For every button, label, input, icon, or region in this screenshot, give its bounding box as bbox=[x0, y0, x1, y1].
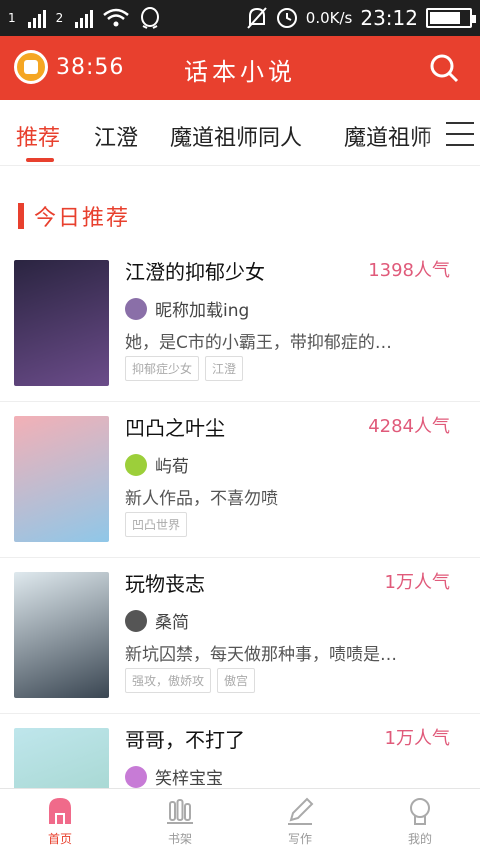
author-avatar bbox=[125, 453, 147, 476]
book-description: 新坑囚禁，每天做那种事，啧啧是… bbox=[125, 645, 397, 665]
book-title[interactable]: 凹凸之叶尘 bbox=[125, 412, 225, 441]
book-tags: 强攻，傲娇攻 傲宫 bbox=[125, 668, 256, 693]
sim2-label: 2 bbox=[55, 11, 64, 25]
author-name: 昵称加载ing bbox=[155, 301, 250, 321]
book-title[interactable]: 江澄的抑郁少女 bbox=[125, 256, 265, 285]
book-tag[interactable]: 抑郁症少女 bbox=[125, 356, 200, 381]
nav-bookshelf-label: 书架 bbox=[167, 832, 192, 846]
author-avatar bbox=[125, 765, 147, 788]
book-item[interactable]: 玩物丧志 1万人气桑简新坑囚禁，每天做那种事，啧啧是… 强攻，傲娇攻 傲宫 bbox=[0, 558, 480, 714]
book-tag[interactable]: 凹凸世界 bbox=[125, 512, 188, 537]
nav-bookshelf[interactable]: 书架 bbox=[120, 789, 240, 854]
active-tab-indicator bbox=[26, 158, 54, 162]
profile-icon bbox=[410, 798, 430, 825]
book-tags: 抑郁症少女 江澄 bbox=[125, 356, 244, 381]
category-tabs: 推荐 江澄 魔道祖师同人 魔道祖师 bbox=[0, 100, 480, 166]
section-title: 今日推荐 bbox=[34, 206, 131, 231]
app-header: 38:56 话本小说 bbox=[0, 36, 480, 100]
book-author[interactable]: 屿荀 bbox=[125, 452, 189, 477]
home-icon bbox=[49, 798, 71, 824]
book-author[interactable]: 昵称加载ing bbox=[125, 296, 249, 321]
nav-write-label: 写作 bbox=[287, 832, 312, 846]
network-speed: 0.0K/s bbox=[305, 9, 353, 27]
bookshelf-icon bbox=[167, 799, 193, 824]
alarm-icon bbox=[276, 8, 297, 28]
app-title: 话本小说 bbox=[184, 58, 296, 86]
search-icon[interactable] bbox=[428, 52, 460, 84]
tab-mdzs[interactable]: 魔道祖师 bbox=[344, 120, 432, 152]
book-cover[interactable] bbox=[14, 260, 109, 386]
book-tag[interactable]: 傲宫 bbox=[217, 668, 256, 693]
nav-home[interactable]: 首页 bbox=[0, 789, 120, 854]
author-avatar bbox=[125, 297, 147, 320]
section-header: 今日推荐 bbox=[18, 200, 130, 232]
book-tag[interactable]: 强攻，傲娇攻 bbox=[125, 668, 212, 693]
qq-icon bbox=[141, 7, 160, 29]
author-avatar bbox=[125, 609, 147, 632]
book-author[interactable]: 桑简 bbox=[125, 608, 189, 633]
author-name: 笑梓宝宝 bbox=[155, 769, 223, 789]
book-description: 她，是C市的小霸王，带抑郁症的… bbox=[125, 333, 392, 353]
book-popularity: 1万人气 bbox=[384, 728, 450, 749]
book-author[interactable]: 笑梓宝宝 bbox=[125, 764, 223, 789]
status-bar: 1 2 0.0K/s 23:12 bbox=[0, 0, 480, 36]
section-bar bbox=[18, 203, 24, 229]
book-tag[interactable]: 江澄 bbox=[205, 356, 244, 381]
wifi-icon bbox=[103, 8, 130, 27]
book-popularity: 4284人气 bbox=[368, 416, 450, 437]
signal-icon bbox=[27, 8, 46, 28]
menu-icon[interactable] bbox=[446, 122, 474, 146]
book-cover[interactable] bbox=[14, 416, 109, 542]
clock: 23:12 bbox=[360, 6, 418, 30]
tab-recommend[interactable]: 推荐 bbox=[16, 120, 60, 152]
book-item[interactable]: 凹凸之叶尘 4284人气屿荀新人作品，不喜勿喷凹凸世界 bbox=[0, 402, 480, 558]
book-tags: 凹凸世界 bbox=[125, 512, 188, 537]
nav-profile[interactable]: 我的 bbox=[360, 789, 480, 854]
mute-icon bbox=[247, 7, 267, 29]
book-popularity: 1398人气 bbox=[368, 260, 450, 281]
book-title[interactable]: 玩物丧志 bbox=[125, 568, 205, 597]
book-description: 新人作品，不喜勿喷 bbox=[125, 489, 278, 509]
tab-mdzs-fanfic[interactable]: 魔道祖师同人 bbox=[170, 120, 302, 152]
bottom-nav: 首页 书架 写作 我的 bbox=[0, 788, 480, 854]
sim1-label: 1 bbox=[8, 11, 16, 25]
tab-jiangcheng[interactable]: 江澄 bbox=[94, 120, 138, 152]
nav-profile-label: 我的 bbox=[407, 832, 432, 846]
battery-icon bbox=[426, 8, 476, 28]
nav-home-label: 首页 bbox=[47, 832, 72, 846]
book-item[interactable]: 江澄的抑郁少女 1398人气昵称加载ing 她，是C市的小霸王，带抑郁症的… 抑郁症少… bbox=[0, 246, 480, 402]
pencil-icon bbox=[288, 797, 314, 825]
nav-write[interactable]: 写作 bbox=[240, 789, 360, 854]
signal-icon-2 bbox=[75, 8, 94, 28]
author-name: 桑简 bbox=[155, 613, 189, 633]
author-name: 屿荀 bbox=[155, 457, 189, 477]
book-cover[interactable] bbox=[14, 572, 109, 698]
book-title[interactable]: 哥哥，不打了 bbox=[125, 724, 245, 753]
book-popularity: 1万人气 bbox=[384, 572, 450, 593]
